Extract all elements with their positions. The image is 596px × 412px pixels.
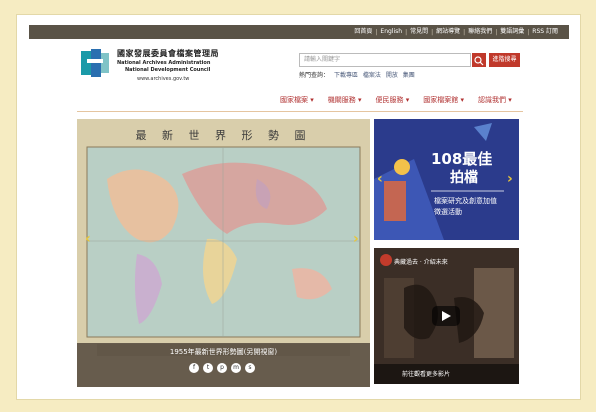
page: 回首頁 | English | 常見問 | 網站導覽 | 聯絡我們 | 雙語詞彙 | RSS… [16, 14, 581, 400]
nav-national-archives[interactable]: 國家檔案 ▾ [280, 95, 314, 105]
logo-chinese-name: 國家發展委員會檔案管理局 [117, 49, 219, 58]
rss-link[interactable]: RSS 訂閱 [529, 25, 561, 39]
promo-banner[interactable]: 108最佳 拍檔 檔案研究及創意加值 徵選活動 ‹ › [374, 119, 519, 240]
hot-search-label: 熱門查詢： [299, 72, 330, 79]
share-icons: f t p m s [189, 363, 255, 373]
email-icon[interactable]: m [231, 363, 241, 373]
hot-search: 熱門查詢： 下載專區 檔案法 開放 集團 [299, 70, 418, 79]
faq-link[interactable]: 常見問 [407, 25, 431, 39]
hero-slider[interactable]: 最 新 世 界 形 勢 圖 ‹ › 1955年最新世界形勢圖(另開視窗) f t… [77, 119, 370, 387]
search-input[interactable]: 請輸入關鍵字 [299, 53, 471, 67]
twitter-icon[interactable]: t [203, 363, 213, 373]
promo-prev-arrow[interactable]: ‹ [377, 171, 383, 187]
play-icon[interactable] [432, 306, 460, 326]
nav-about-us[interactable]: 認識我們 ▾ [478, 95, 512, 105]
archives-logo-icon [81, 49, 109, 77]
map-title: 最 新 世 界 形 勢 圖 [135, 129, 312, 142]
slider-prev-arrow[interactable]: ‹ [85, 231, 91, 247]
search-button[interactable] [472, 53, 486, 67]
hot-keyword[interactable]: 集團 [403, 72, 415, 79]
site-logo[interactable]: 國家發展委員會檔案管理局 National Archives Administr… [79, 47, 219, 85]
video-title: 典藏過去 · 介紹未來 [394, 259, 448, 266]
promo-next-arrow[interactable]: › [507, 171, 513, 187]
home-link[interactable]: 回首頁 [351, 25, 375, 39]
nav-agency-services[interactable]: 機關服務 ▾ [328, 95, 362, 105]
promo-title-2: 拍檔 [450, 170, 478, 186]
plurk-icon[interactable]: p [217, 363, 227, 373]
hot-keyword[interactable]: 開放 [386, 72, 398, 79]
logo-english-name-2: National Development Council [125, 67, 211, 73]
nav-divider [77, 111, 523, 112]
facebook-icon[interactable]: f [189, 363, 199, 373]
slider-next-arrow[interactable]: › [353, 231, 359, 247]
video-more-bar[interactable]: 前往觀看更多影片 [374, 364, 519, 384]
video-panel[interactable]: 典藏過去 · 介紹未來 前往觀看更多影片 [374, 248, 519, 384]
logo-url: www.archives.gov.tw [137, 76, 190, 82]
advanced-search-button[interactable]: 進階搜尋 [489, 53, 520, 67]
logo-english-name-1: National Archives Administration [117, 60, 211, 66]
english-link[interactable]: English [377, 25, 405, 39]
nav-archives-museum[interactable]: 國家檔案館 ▾ [423, 95, 464, 105]
glossary-link[interactable]: 雙語詞彙 [497, 25, 527, 39]
slider-caption-band: 1955年最新世界形勢圖(另開視窗) f t p m s [77, 343, 370, 387]
main-nav: 國家檔案 ▾ 機關服務 ▾ 便民服務 ▾ 國家檔案館 ▾ 認識我們 ▾ [280, 95, 512, 105]
share-icon[interactable]: s [245, 363, 255, 373]
top-utility-bar: 回首頁 | English | 常見問 | 網站導覽 | 聯絡我們 | 雙語詞彙 | RSS… [29, 25, 569, 39]
sitemap-link[interactable]: 網站導覽 [433, 25, 463, 39]
promo-subtitle-1: 檔案研究及創意加值 [434, 197, 497, 205]
promo-title-1: 108最佳 [431, 150, 493, 168]
contact-link[interactable]: 聯絡我們 [465, 25, 495, 39]
nav-public-services[interactable]: 便民服務 ▾ [376, 95, 410, 105]
search-icon [474, 56, 484, 66]
promo-subtitle-2: 徵選活動 [434, 208, 462, 216]
promo-illustration [374, 119, 519, 240]
hot-keyword[interactable]: 下載專區 [334, 72, 358, 79]
video-more-link[interactable]: 前往觀看更多影片 [402, 369, 450, 378]
slider-caption[interactable]: 1955年最新世界形勢圖(另開視窗) [77, 347, 370, 357]
hot-keyword[interactable]: 檔案法 [363, 72, 381, 79]
